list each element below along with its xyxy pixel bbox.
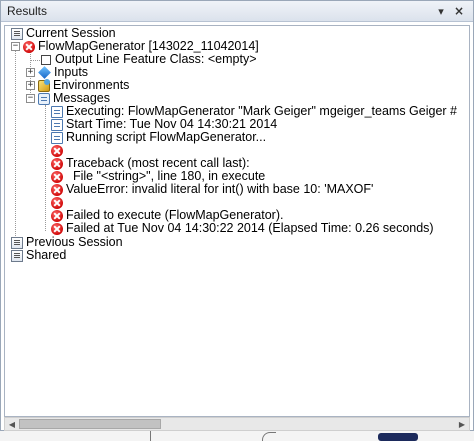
info-message-icon bbox=[51, 118, 63, 131]
session-icon bbox=[11, 249, 23, 262]
error-message-icon bbox=[51, 183, 63, 196]
message-row[interactable]: ValueError: invalid literal for int() wi… bbox=[51, 183, 373, 196]
error-message-icon bbox=[51, 170, 63, 183]
tree-connector bbox=[45, 105, 46, 231]
error-message-icon bbox=[51, 222, 63, 235]
tree-connector bbox=[30, 60, 40, 61]
message-row[interactable]: Failed at Tue Nov 04 14:30:22 2014 (Elap… bbox=[51, 222, 434, 235]
scroll-right-icon[interactable]: ▶ bbox=[455, 418, 469, 430]
expand-toggle[interactable]: + bbox=[26, 81, 35, 90]
map-curve bbox=[262, 432, 276, 441]
close-icon[interactable]: × bbox=[451, 3, 467, 19]
scroll-left-icon[interactable]: ◀ bbox=[5, 418, 19, 430]
error-message-icon bbox=[51, 157, 63, 170]
error-message-icon bbox=[51, 196, 63, 209]
session-icon bbox=[11, 27, 23, 40]
message-row[interactable]: Running script FlowMapGenerator... bbox=[51, 131, 266, 144]
messages-icon bbox=[38, 92, 50, 105]
error-message-icon bbox=[51, 209, 63, 222]
session-icon bbox=[11, 236, 23, 249]
tree-node-shared[interactable]: Shared bbox=[11, 249, 66, 262]
info-message-icon bbox=[51, 131, 63, 144]
pin-dropdown-icon[interactable]: ▾ bbox=[433, 3, 449, 19]
environments-icon bbox=[38, 78, 50, 92]
window-title: Results bbox=[7, 4, 48, 18]
info-message-icon bbox=[51, 105, 63, 118]
feature-class-icon bbox=[41, 54, 51, 65]
error-icon bbox=[23, 40, 35, 53]
message-row[interactable] bbox=[51, 144, 66, 157]
results-tree-pane[interactable]: Current Session − FlowMapGenerator [1430… bbox=[4, 25, 470, 417]
background-map-strip bbox=[0, 430, 474, 441]
title-bar[interactable]: Results ▾ × bbox=[1, 1, 473, 22]
expand-toggle[interactable]: + bbox=[26, 68, 35, 77]
error-message-icon bbox=[51, 144, 63, 157]
collapse-toggle[interactable]: − bbox=[11, 42, 20, 51]
map-feature bbox=[378, 433, 418, 441]
message-row[interactable] bbox=[51, 196, 66, 209]
map-line bbox=[150, 430, 151, 441]
collapse-toggle[interactable]: − bbox=[26, 94, 35, 103]
results-window: Results ▾ × Current Session − FlowMapGen… bbox=[0, 0, 474, 431]
inputs-icon bbox=[38, 66, 51, 79]
tree-connector bbox=[15, 46, 16, 238]
scrollbar-thumb[interactable] bbox=[19, 419, 161, 429]
horizontal-scrollbar[interactable]: ◀ ▶ bbox=[4, 417, 470, 431]
